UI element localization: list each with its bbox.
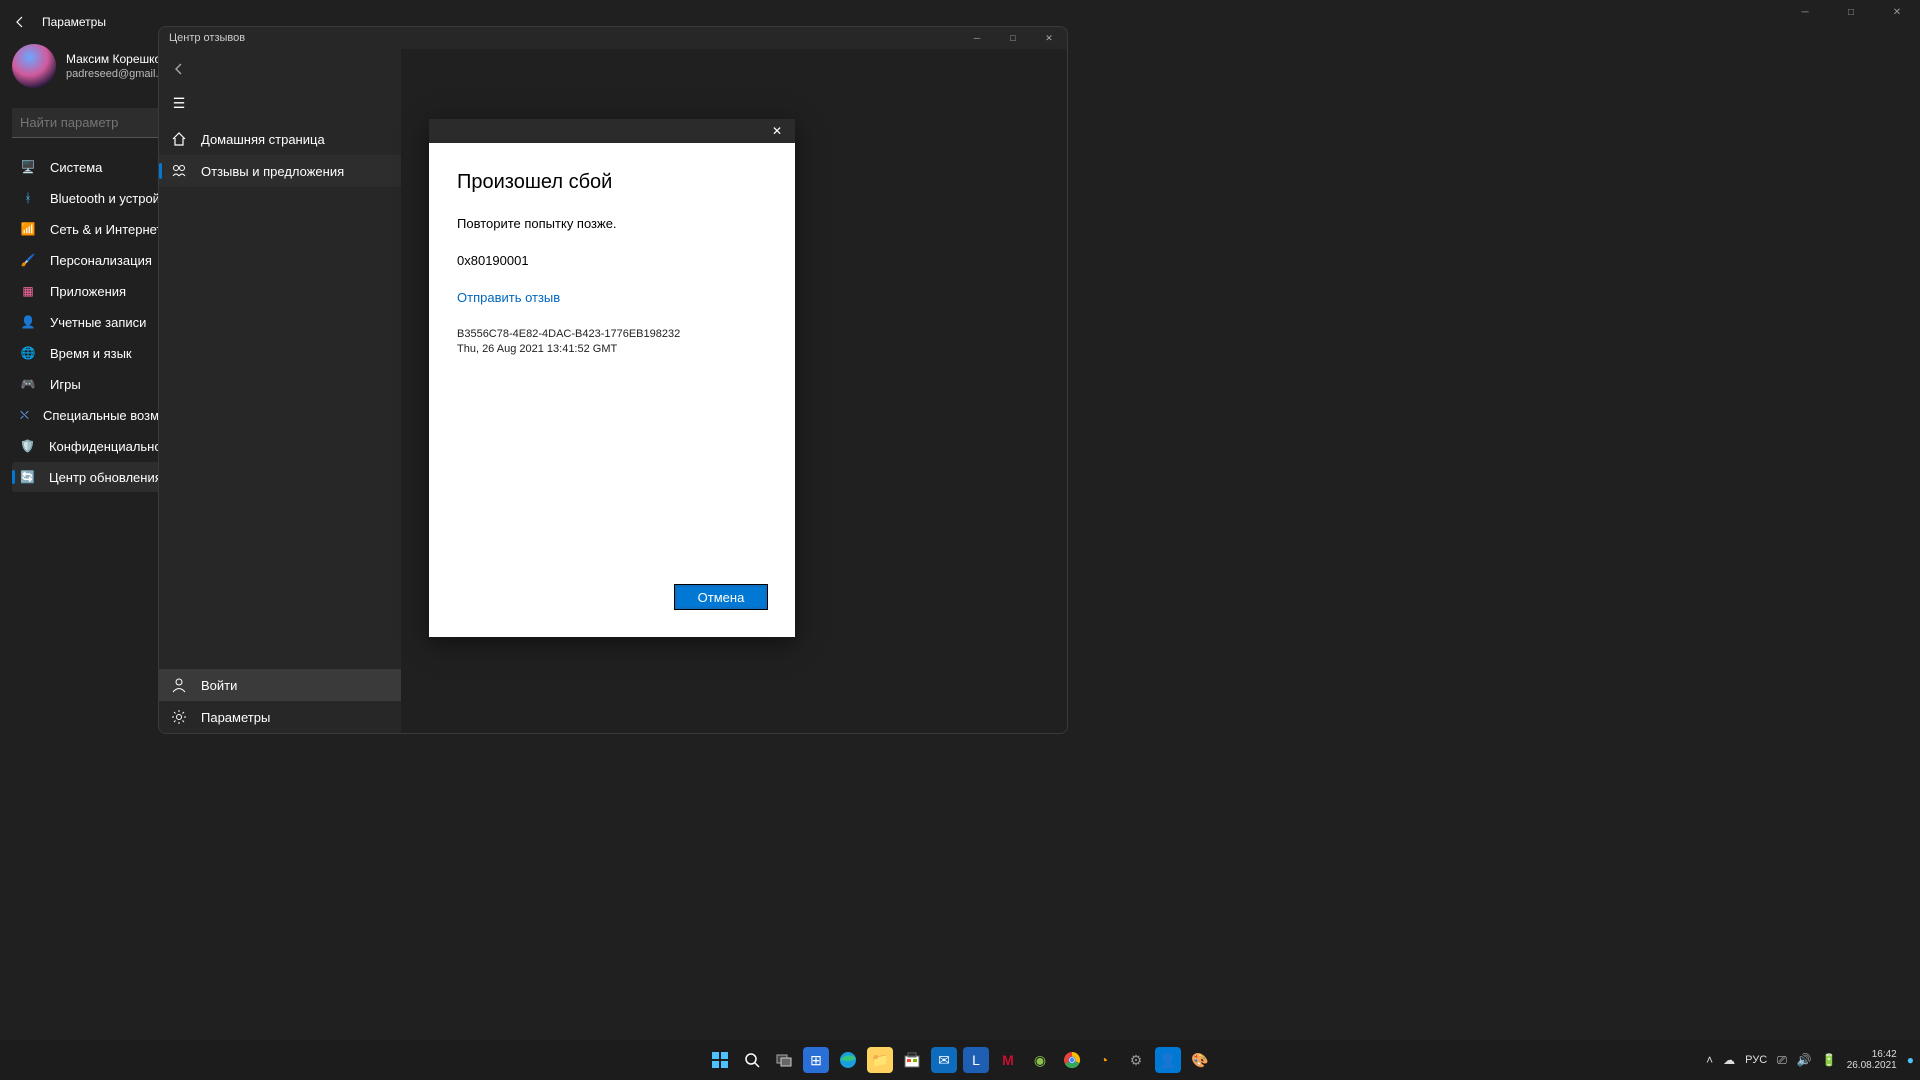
clock[interactable]: 16:42 26.08.2021	[1847, 1049, 1897, 1071]
send-feedback-link[interactable]: Отправить отзыв	[457, 290, 767, 305]
feedback-icon	[171, 163, 187, 179]
paint-icon[interactable]: 🎨	[1187, 1047, 1213, 1073]
widgets-icon[interactable]: ⊞	[803, 1047, 829, 1073]
nav-icon: 👤	[20, 314, 36, 330]
feedback-taskbar-icon[interactable]: 👤	[1155, 1047, 1181, 1073]
fh-bottom-item[interactable]: Параметры	[159, 701, 401, 733]
app-orange-icon[interactable]: ◔	[1091, 1047, 1117, 1073]
task-center: ⊞ 📁 ✉ L M ◉ ◔ ⚙ 👤 🎨	[707, 1047, 1213, 1073]
cast-icon[interactable]: ⎚	[1777, 1053, 1787, 1068]
task-view-icon[interactable]	[771, 1047, 797, 1073]
input-lang[interactable]: РУС	[1745, 1054, 1767, 1066]
window-controls: ─ □ ✕	[1782, 2, 1920, 22]
maximize-button[interactable]: □	[1828, 2, 1874, 22]
gear-icon	[171, 709, 187, 725]
app-l-icon[interactable]: L	[963, 1047, 989, 1073]
nav-label: Учетные записи	[50, 315, 146, 330]
fh-close-button[interactable]: ✕	[1031, 27, 1067, 49]
dialog-title: Произошел сбой	[457, 171, 767, 194]
person-icon	[171, 677, 187, 693]
fh-minimize-button[interactable]: ─	[959, 27, 995, 49]
fh-bottom-label: Войти	[201, 678, 237, 693]
nav-label: Время и язык	[50, 346, 132, 361]
fh-nav-label: Домашняя страница	[201, 132, 325, 147]
start-button[interactable]	[707, 1047, 733, 1073]
dialog-error-code: 0x80190001	[457, 253, 767, 268]
profile-block[interactable]: Максим Корешков padreseed@gmail.com	[12, 44, 179, 88]
cancel-button[interactable]: Отмена	[675, 585, 767, 609]
nav-label: Игры	[50, 377, 81, 392]
onedrive-icon[interactable]: ☁	[1723, 1053, 1735, 1067]
fh-nav-item[interactable]: Домашняя страница	[159, 123, 401, 155]
notifications-icon[interactable]: ●	[1907, 1053, 1914, 1067]
fh-window-controls: ─ □ ✕	[959, 27, 1067, 49]
nav-icon: ᚼ	[20, 190, 36, 206]
home-icon	[171, 131, 187, 147]
dialog-close-button[interactable]: ✕	[763, 121, 791, 141]
nav-icon: 🌐	[20, 345, 36, 361]
chevron-up-icon[interactable]: ˄	[1706, 1053, 1713, 1067]
nav-label: Приложения	[50, 284, 126, 299]
taskbar: ⊞ 📁 ✉ L M ◉ ◔ ⚙ 👤 🎨 ˄ ☁ РУС ⎚ 🔊 🔋 16:42 …	[0, 1040, 1920, 1080]
fh-nav-label: Отзывы и предложения	[201, 164, 344, 179]
mcafee-icon[interactable]: M	[995, 1047, 1021, 1073]
dialog-message: Повторите попытку позже.	[457, 216, 767, 231]
fh-nav-item[interactable]: Отзывы и предложения	[159, 155, 401, 187]
nav-icon: 🖥️	[20, 159, 36, 175]
nav-icon: ⛌	[20, 407, 29, 423]
app-green-icon[interactable]: ◉	[1027, 1047, 1053, 1073]
fh-sidebar: ☰ Домашняя страницаОтзывы и предложения …	[159, 49, 401, 733]
settings-title: Параметры	[42, 15, 106, 29]
avatar	[12, 44, 56, 88]
volume-icon[interactable]: 🔊	[1797, 1053, 1812, 1067]
nav-label: Персонализация	[50, 253, 152, 268]
nav-icon: 🔄	[20, 469, 35, 485]
nav-icon: 🎮	[20, 376, 36, 392]
fh-bottom-item[interactable]: Войти	[159, 669, 401, 701]
nav-icon: 🖌️	[20, 252, 36, 268]
dialog-titlebar: ✕	[429, 119, 795, 143]
fh-bottom-label: Параметры	[201, 710, 270, 725]
nav-label: Сеть & и Интернет	[50, 222, 162, 237]
feedback-hub-title: Центр отзывов	[159, 27, 1067, 49]
settings-taskbar-icon[interactable]: ⚙	[1123, 1047, 1149, 1073]
battery-icon[interactable]: 🔋	[1822, 1053, 1837, 1067]
nav-icon: 📶	[20, 221, 36, 237]
back-button[interactable]	[10, 12, 30, 32]
error-dialog: ✕ Произошел сбой Повторите попытку позже…	[429, 119, 795, 637]
explorer-icon[interactable]: 📁	[867, 1047, 893, 1073]
nav-icon: ▦	[20, 283, 36, 299]
fh-back-button[interactable]	[159, 49, 199, 89]
fh-maximize-button[interactable]: □	[995, 27, 1031, 49]
nav-icon: 🛡️	[20, 438, 35, 454]
hamburger-button[interactable]: ☰	[159, 89, 199, 117]
minimize-button[interactable]: ─	[1782, 2, 1828, 22]
close-button[interactable]: ✕	[1874, 2, 1920, 22]
nav-label: Система	[50, 160, 102, 175]
edge-icon[interactable]	[835, 1047, 861, 1073]
dialog-guid: B3556C78-4E82-4DAC-B423-1776EB198232	[457, 327, 767, 342]
chrome-icon[interactable]	[1059, 1047, 1085, 1073]
system-tray: ˄ ☁ РУС ⎚ 🔊 🔋 16:42 26.08.2021 ●	[1706, 1049, 1914, 1071]
search-icon[interactable]	[739, 1047, 765, 1073]
mail-icon[interactable]: ✉	[931, 1047, 957, 1073]
dialog-timestamp: Thu, 26 Aug 2021 13:41:52 GMT	[457, 342, 767, 357]
store-icon[interactable]	[899, 1047, 925, 1073]
